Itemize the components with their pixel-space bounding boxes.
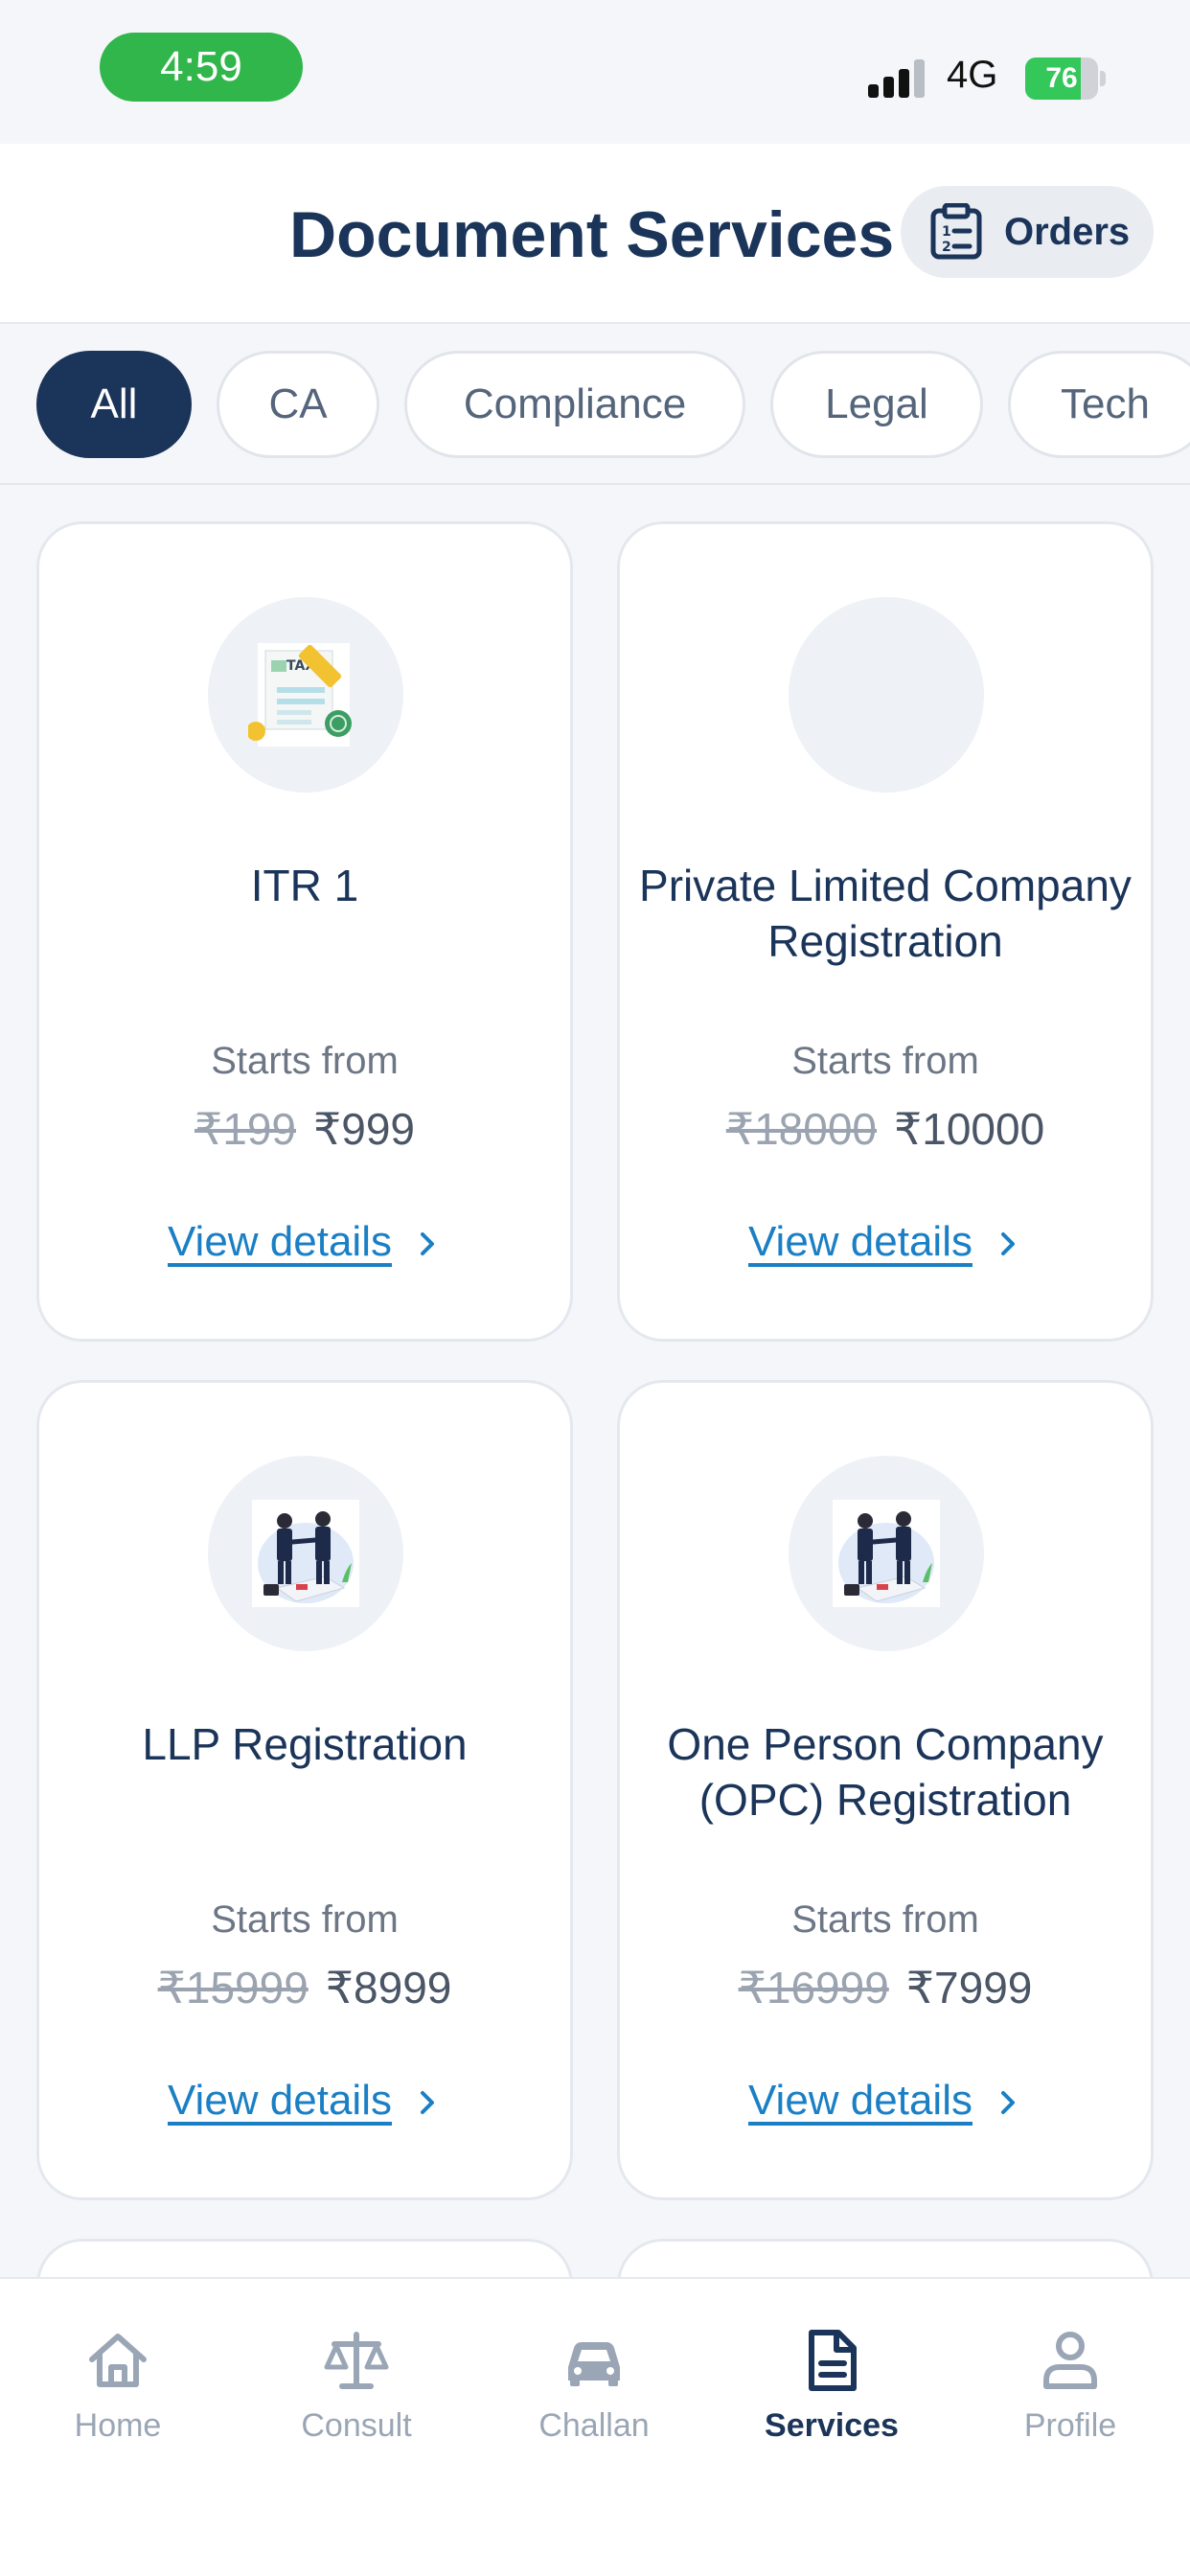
nav-item-services[interactable]: Services xyxy=(736,2327,927,2445)
chevron-right-icon xyxy=(1001,2091,1015,2115)
battery-icon: 76 xyxy=(1025,58,1108,100)
nav-label: Challan xyxy=(538,2407,650,2444)
nav-label: Services xyxy=(765,2407,899,2444)
orders-button[interactable]: 1 2 Orders xyxy=(901,186,1154,278)
original-price: ₹18000 xyxy=(725,1104,877,1154)
service-title: Private Limited Company Registration xyxy=(639,861,1132,966)
service-card[interactable]: Private Limited Company Registration Sta… xyxy=(617,521,1154,1342)
current-price: ₹999 xyxy=(313,1104,416,1154)
svg-text:2: 2 xyxy=(942,240,951,255)
price-row: ₹16999 ₹7999 xyxy=(620,1962,1151,2013)
starts-from-label: Starts from xyxy=(211,1898,399,1941)
network-type: 4G xyxy=(947,54,998,96)
person-icon xyxy=(1043,2332,1097,2389)
price-row: ₹18000 ₹10000 xyxy=(620,1103,1151,1155)
chevron-right-icon xyxy=(421,1232,434,1256)
view-details-label: View details xyxy=(748,1218,973,1265)
filter-chip-tech[interactable]: Tech xyxy=(1008,351,1190,458)
view-details-link[interactable]: View details xyxy=(620,2077,1151,2125)
original-price: ₹16999 xyxy=(738,1963,889,2012)
status-time: 4:59 xyxy=(100,33,303,102)
chevron-right-icon xyxy=(421,2091,434,2115)
home-icon xyxy=(89,2334,147,2387)
orders-label: Orders xyxy=(1004,210,1131,253)
view-details-label: View details xyxy=(748,2077,973,2124)
view-details-link[interactable]: View details xyxy=(39,2077,570,2125)
nav-label: Consult xyxy=(301,2407,412,2444)
nav-item-challan[interactable]: Challan xyxy=(498,2327,690,2445)
starts-from-label: Starts from xyxy=(791,1040,979,1082)
service-icon-container xyxy=(789,1456,984,1651)
view-details-link[interactable]: View details xyxy=(39,1218,570,1266)
view-details-link[interactable]: View details xyxy=(620,1218,1151,1266)
service-card[interactable]: LLP Registration Starts from ₹15999 ₹8999… xyxy=(36,1380,573,2200)
chevron-right-icon xyxy=(1001,1232,1015,1256)
nav-item-profile[interactable]: Profile xyxy=(974,2327,1166,2445)
battery-level: 76 xyxy=(1045,62,1078,94)
current-price: ₹10000 xyxy=(894,1104,1045,1154)
starts-from-label: Starts from xyxy=(791,1898,979,1941)
service-title: ITR 1 xyxy=(250,861,359,910)
service-icon-container xyxy=(789,597,984,793)
service-icon-container xyxy=(208,1456,403,1651)
handshake-icon xyxy=(252,1500,359,1607)
car-icon xyxy=(568,2342,620,2386)
clipboard-list-icon: 1 2 xyxy=(930,203,982,260)
view-details-label: View details xyxy=(168,1218,392,1265)
handshake-icon xyxy=(833,1500,940,1607)
service-icon-container: TAX xyxy=(208,597,403,793)
filter-chip-all[interactable]: All xyxy=(36,351,192,458)
price-row: ₹15999 ₹8999 xyxy=(39,1962,570,2013)
service-title: One Person Company (OPC) Registration xyxy=(667,1719,1104,1825)
page-header: Document Services 1 2 Orders xyxy=(0,144,1190,324)
scale-icon xyxy=(324,2332,389,2389)
filter-chip-ca[interactable]: CA xyxy=(217,351,379,458)
current-price: ₹8999 xyxy=(325,1963,452,2012)
price-row: ₹199 ₹999 xyxy=(39,1103,570,1155)
status-bar: 4:59 4G 76 xyxy=(0,0,1190,144)
page-title: Document Services xyxy=(289,198,895,271)
filter-chip-legal[interactable]: Legal xyxy=(770,351,983,458)
original-price: ₹15999 xyxy=(157,1963,309,2012)
bottom-navigation: Home Consult Challan Services Profile xyxy=(0,2277,1190,2576)
nav-item-home[interactable]: Home xyxy=(22,2327,214,2445)
cellular-signal-icon xyxy=(868,59,929,98)
document-icon xyxy=(809,2330,857,2391)
current-price: ₹7999 xyxy=(905,1963,1033,2012)
service-card[interactable]: One Person Company (OPC) Registration St… xyxy=(617,1380,1154,2200)
nav-label: Profile xyxy=(1023,2407,1117,2444)
view-details-label: View details xyxy=(168,2077,392,2124)
nav-label: Home xyxy=(74,2407,162,2444)
category-filter-bar: All CA Compliance Legal Tech xyxy=(0,326,1190,485)
svg-text:1: 1 xyxy=(942,224,951,240)
service-card[interactable]: TAX ITR 1 Starts from ₹199 ₹999 View deta… xyxy=(36,521,573,1342)
tax-document-icon: TAX xyxy=(248,643,352,747)
filter-chip-compliance[interactable]: Compliance xyxy=(404,351,745,458)
original-price: ₹199 xyxy=(194,1104,296,1154)
starts-from-label: Starts from xyxy=(211,1040,399,1082)
service-title: LLP Registration xyxy=(142,1719,468,1769)
nav-item-consult[interactable]: Consult xyxy=(261,2327,452,2445)
